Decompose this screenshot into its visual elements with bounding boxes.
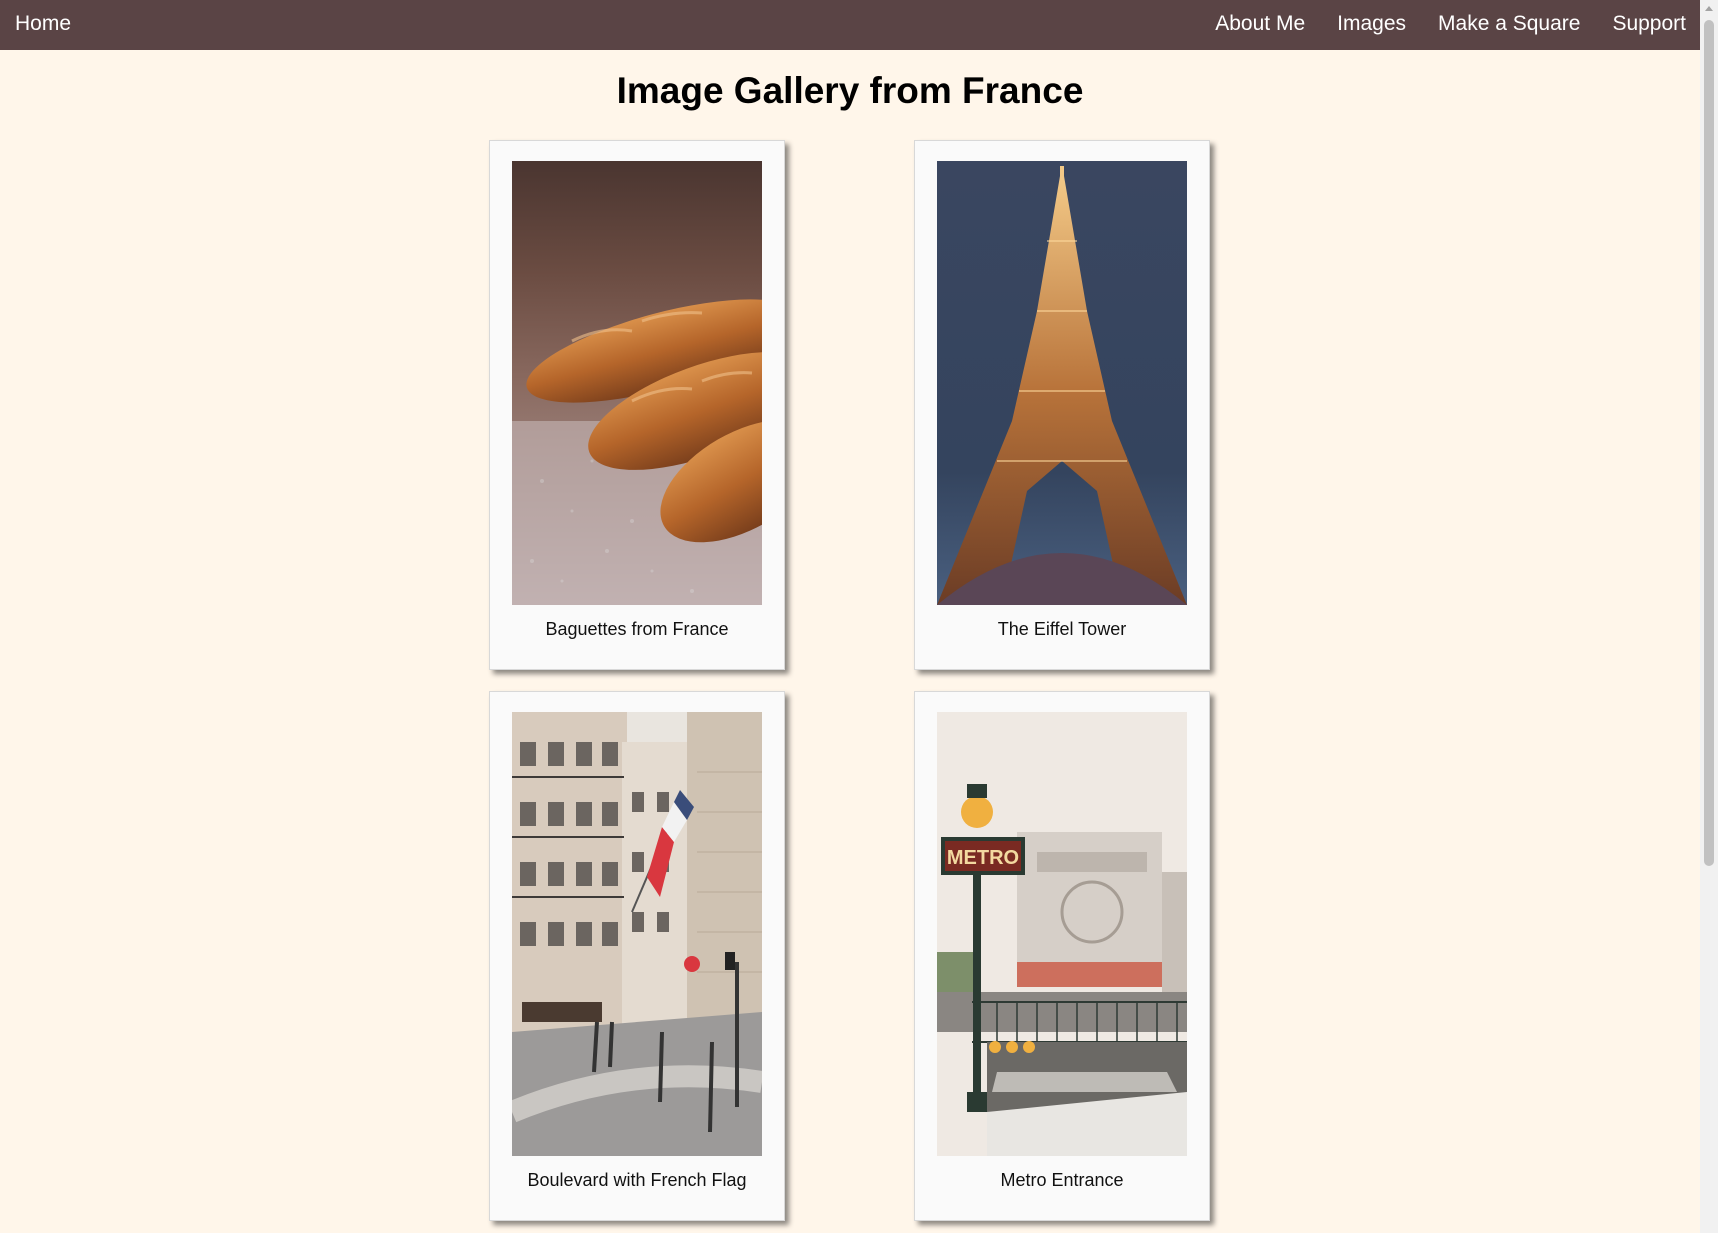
gallery-caption: Baguettes from France (545, 619, 729, 639)
nav-link-images[interactable]: Images (1337, 0, 1406, 50)
eiffel-tower-image (937, 161, 1187, 605)
gallery-card-boulevard[interactable]: Boulevard with French Flag (489, 691, 785, 1221)
scrollbar-thumb[interactable] (1704, 20, 1714, 866)
metro-entrance-image: METRO (937, 712, 1187, 1156)
boulevard-flag-photo[interactable] (512, 712, 762, 1156)
nav-links: About Me Images Make a Square Support (1215, 0, 1686, 50)
gallery-card-metro[interactable]: METRO Metro Entrance (914, 691, 1210, 1221)
vertical-scrollbar[interactable] (1700, 0, 1718, 1233)
baguettes-photo[interactable] (512, 161, 762, 605)
eiffel-tower-photo[interactable] (937, 161, 1187, 605)
metro-entrance-photo[interactable]: METRO (937, 712, 1187, 1156)
svg-text:METRO: METRO (947, 847, 1019, 869)
nav-link-support[interactable]: Support (1612, 0, 1686, 50)
scroll-up-arrow-icon[interactable] (1705, 6, 1713, 11)
gallery-card-baguettes[interactable]: Baguettes from France (489, 140, 785, 670)
gallery-card-eiffel-tower[interactable]: The Eiffel Tower (914, 140, 1210, 670)
nav-link-about-me[interactable]: About Me (1215, 0, 1305, 50)
nav-link-make-a-square[interactable]: Make a Square (1438, 0, 1580, 50)
top-navbar: Home About Me Images Make a Square Suppo… (0, 0, 1700, 50)
page-title: Image Gallery from France (616, 70, 1084, 111)
baguettes-image (512, 161, 762, 605)
boulevard-image (512, 712, 762, 1156)
nav-link-home[interactable]: Home (15, 0, 71, 50)
gallery-caption: Boulevard with French Flag (527, 1170, 747, 1190)
gallery-caption: Metro Entrance (1000, 1170, 1124, 1190)
gallery-caption: The Eiffel Tower (997, 619, 1127, 639)
